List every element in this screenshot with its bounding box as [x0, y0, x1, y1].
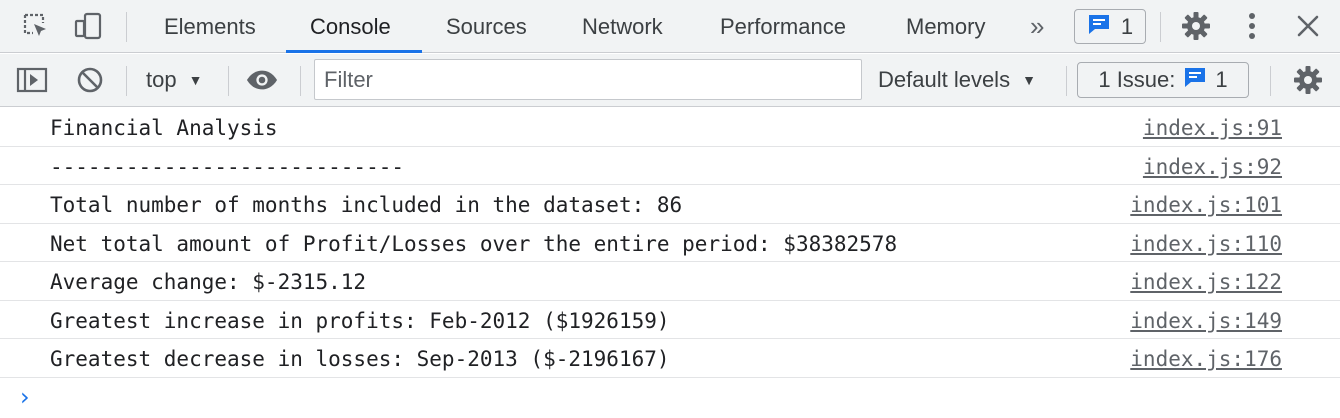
source-link[interactable]: index.js:122: [1130, 270, 1282, 294]
divider: [126, 66, 127, 96]
source-link[interactable]: index.js:110: [1130, 232, 1282, 256]
console-message-row: Financial Analysis index.js:91: [0, 108, 1340, 147]
device-toolbar-icon[interactable]: [72, 10, 104, 42]
console-message-row: Average change: $-2315.12 index.js:122: [0, 262, 1340, 301]
issues-badge-count: 1: [1120, 13, 1134, 39]
tab-network[interactable]: Network: [558, 0, 687, 53]
live-expression-eye-icon[interactable]: [246, 64, 278, 96]
console-message-text: Greatest decrease in losses: Sep-2013 ($…: [50, 347, 670, 371]
sidebar-toggle-icon[interactable]: [16, 64, 48, 96]
console-message-text: Greatest increase in profits: Feb-2012 (…: [50, 308, 670, 333]
source-link[interactable]: index.js:91: [1143, 116, 1282, 140]
issues-count: 1: [1215, 67, 1228, 92]
console-output: Financial Analysis index.js:91 ---------…: [0, 108, 1340, 418]
context-selector-label: top: [146, 67, 177, 92]
log-levels-label: Default levels: [878, 67, 1011, 92]
console-message-row: ---------------------------- index.js:92: [0, 147, 1340, 185]
source-link[interactable]: index.js:149: [1130, 309, 1282, 333]
prompt-chevron-icon: ›: [20, 382, 30, 411]
issues-label: 1 Issue:: [1098, 67, 1176, 92]
context-selector[interactable]: top ▼: [146, 64, 202, 96]
console-message-row: Net total amount of Profit/Losses over t…: [0, 224, 1340, 262]
close-icon[interactable]: [1292, 10, 1324, 42]
message-icon: [1183, 66, 1207, 94]
tab-performance[interactable]: Performance: [696, 0, 870, 53]
issues-badge-button[interactable]: 1: [1074, 9, 1146, 44]
filter-input[interactable]: [314, 59, 862, 100]
tab-console[interactable]: Console: [286, 0, 415, 53]
log-levels-dropdown[interactable]: Default levels ▼: [878, 64, 1036, 96]
console-message-text: Net total amount of Profit/Losses over t…: [50, 231, 898, 256]
source-link[interactable]: index.js:101: [1130, 193, 1282, 217]
divider: [228, 66, 229, 96]
console-message-row: Total number of months included in the d…: [0, 185, 1340, 224]
tab-elements[interactable]: Elements: [140, 0, 280, 53]
inspect-element-icon[interactable]: [20, 10, 52, 42]
source-link[interactable]: index.js:176: [1130, 347, 1282, 371]
caret-down-icon: ▼: [188, 72, 203, 88]
caret-down-icon: ▼: [1022, 72, 1036, 88]
active-tab-indicator: [286, 50, 422, 53]
console-message-text: Financial Analysis: [50, 116, 278, 140]
message-icon: [1087, 13, 1111, 41]
console-message-row: Greatest decrease in losses: Sep-2013 ($…: [0, 339, 1340, 378]
divider: [126, 12, 127, 42]
console-message-text: Total number of months included in the d…: [50, 193, 683, 217]
more-options-icon[interactable]: [1236, 10, 1268, 42]
issues-button[interactable]: 1 Issue: 1: [1077, 62, 1249, 98]
devtools-tabbar: Elements Console Sources Network Perform…: [0, 0, 1340, 53]
tab-memory[interactable]: Memory: [882, 0, 1009, 53]
divider: [1066, 66, 1067, 96]
settings-gear-icon[interactable]: [1180, 10, 1212, 42]
divider: [300, 66, 301, 96]
divider: [1270, 66, 1271, 96]
console-settings-gear-icon[interactable]: [1292, 64, 1324, 96]
tab-sources[interactable]: Sources: [422, 0, 551, 53]
clear-console-icon[interactable]: [74, 64, 106, 96]
console-message-row: Greatest increase in profits: Feb-2012 (…: [0, 301, 1340, 339]
console-message-text: Average change: $-2315.12: [50, 270, 367, 294]
console-prompt[interactable]: ›: [0, 378, 1340, 418]
divider: [1160, 12, 1161, 42]
console-message-text: ----------------------------: [50, 154, 405, 179]
more-tabs-chevron-icon[interactable]: »: [1030, 11, 1045, 42]
source-link[interactable]: index.js:92: [1143, 155, 1282, 179]
